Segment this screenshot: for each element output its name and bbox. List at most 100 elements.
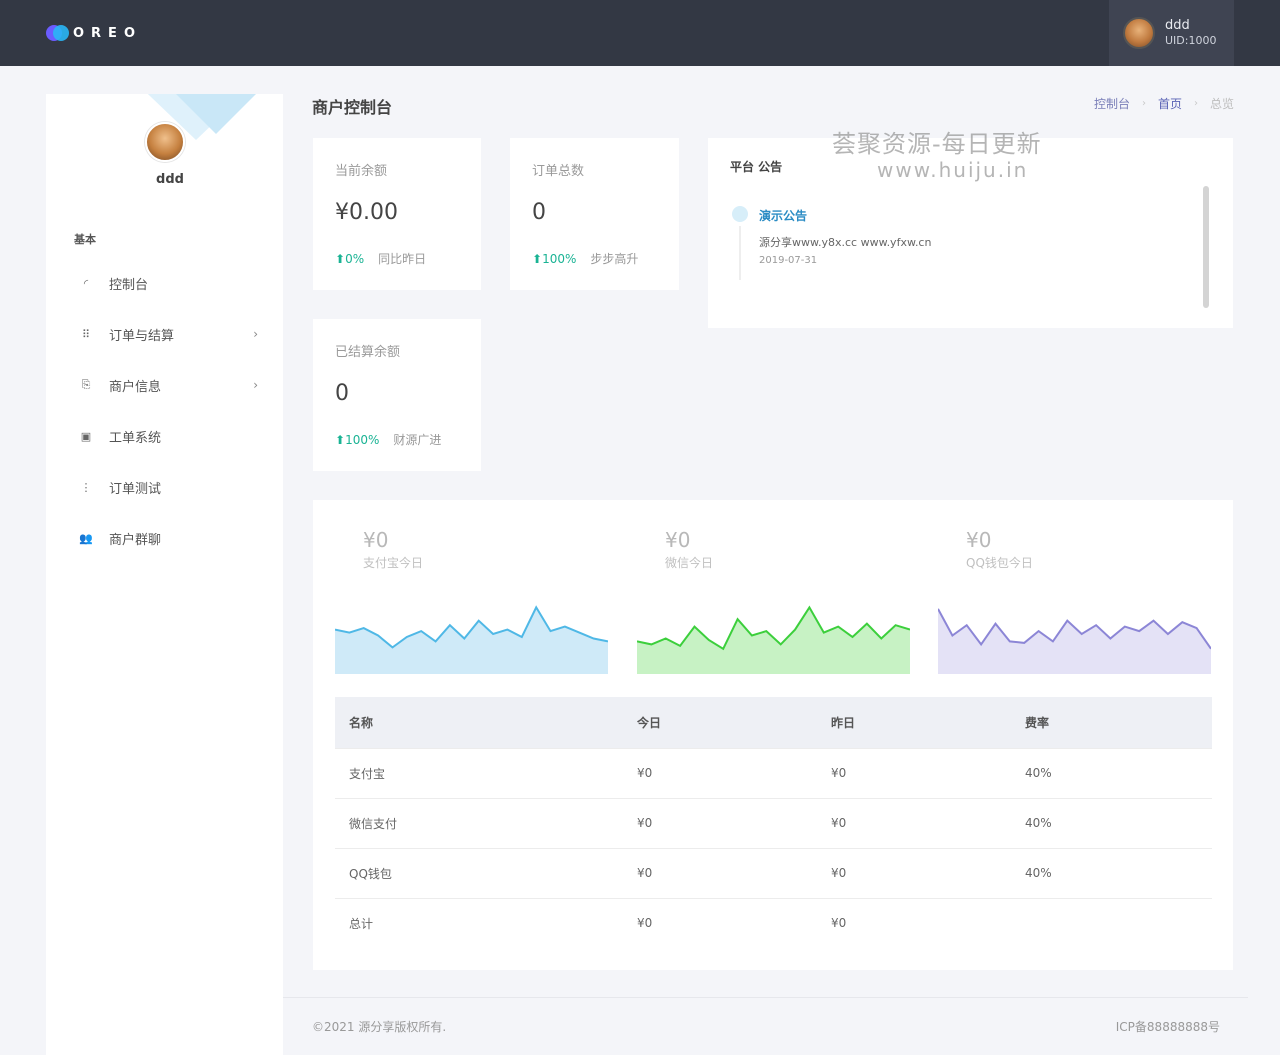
stat-note: 财源广进	[393, 433, 442, 447]
test-icon: ⋮	[80, 480, 92, 494]
cell-yesterday: ¥0	[817, 847, 1011, 898]
stat-note: 步步高升	[590, 252, 639, 266]
sidebar-item-label: 商户信息	[109, 379, 162, 395]
breadcrumb: 控制台 › 首页 › 总览	[1094, 95, 1234, 112]
cell-name: 支付宝	[335, 747, 623, 798]
sidebar-avatar[interactable]	[145, 122, 185, 162]
stat-percent: 100%	[542, 251, 577, 266]
topbar-username: ddd	[1165, 18, 1190, 33]
table-row: 总计 ¥0 ¥0	[335, 897, 1212, 948]
qq-wallet-today-label: QQ钱包今日	[966, 556, 1033, 570]
watermark-url: www.huiju.in	[877, 158, 1029, 182]
topbar-uid: UID:1000	[1165, 34, 1217, 47]
arrow-up-icon: ⬆	[335, 432, 346, 447]
timeline-dot-icon	[732, 206, 748, 222]
sidebar-item-order-test[interactable]: ⋮ 订单测试	[78, 472, 258, 502]
breadcrumb-separator-icon: ›	[1193, 98, 1198, 109]
chevron-right-icon: ›	[253, 378, 258, 392]
cell-name: QQ钱包	[335, 847, 623, 898]
grid-icon: ⠿	[81, 327, 91, 341]
breadcrumb-home[interactable]: 首页	[1158, 95, 1182, 112]
alipay-today-label: 支付宝今日	[363, 556, 424, 570]
cell-yesterday: ¥0	[817, 747, 1011, 798]
top-navbar: OREO ddd UID:1000	[0, 0, 1280, 66]
alipay-today-amount: ¥0	[363, 528, 389, 552]
cell-rate: 40%	[1011, 797, 1212, 848]
cell-rate: 40%	[1011, 847, 1212, 898]
timeline-line	[739, 226, 741, 280]
cell-name: 微信支付	[335, 797, 623, 848]
cell-name: 总计	[335, 897, 623, 948]
user-menu[interactable]: ddd UID:1000	[1109, 0, 1234, 66]
stat-value: 0	[532, 200, 546, 225]
payment-rates-table: 名称 今日 昨日 费率 支付宝 ¥0 ¥0 40% 微信支付 ¥0 ¥0 40%…	[335, 697, 1212, 948]
sidebar-item-label: 商户群聊	[109, 532, 162, 548]
announcement-item-title[interactable]: 演示公告	[759, 207, 807, 224]
balance-card: 当前余额 ¥0.00 ⬆ 0% 同比昨日	[313, 138, 481, 290]
gauge-icon: ◜	[83, 276, 89, 290]
sidebar-item-merchant-info[interactable]: ⎘ 商户信息 ›	[78, 370, 258, 400]
footer-copyright: ©2021 源分享版权所有.	[312, 1020, 447, 1034]
arrow-up-icon: ⬆	[335, 251, 346, 266]
stat-label: 当前余额	[335, 164, 388, 179]
sidebar-username: ddd	[156, 172, 184, 187]
page-title: 商户控制台	[312, 98, 393, 117]
announcement-scrollbar[interactable]	[1203, 186, 1209, 308]
stat-label: 订单总数	[532, 164, 585, 179]
alipay-sparkline	[335, 605, 608, 674]
sidebar-item-tickets[interactable]: ▣ 工单系统	[78, 421, 258, 451]
announcement-item-body: 源分享www.y8x.cc www.yfxw.cn	[759, 236, 932, 249]
column-header-today: 今日	[623, 697, 817, 748]
column-header-yesterday: 昨日	[817, 697, 1011, 748]
stat-label: 已结算余额	[335, 345, 401, 360]
cell-rate	[1011, 897, 1212, 948]
wechat-today-label: 微信今日	[665, 556, 714, 570]
sidebar-item-group-chat[interactable]: 👥 商户群聊	[78, 523, 258, 553]
table-row: QQ钱包 ¥0 ¥0 40%	[335, 847, 1212, 898]
copy-icon: ⎘	[81, 378, 91, 391]
sidebar-item-label: 订单测试	[109, 481, 162, 497]
logo-mark-icon	[46, 24, 70, 42]
cell-today: ¥0	[623, 847, 817, 898]
qq-wallet-today-amount: ¥0	[966, 528, 992, 552]
cell-yesterday: ¥0	[817, 897, 1011, 948]
sidebar-item-label: 工单系统	[109, 430, 162, 446]
sidebar-item-orders[interactable]: ⠿ 订单与结算 ›	[78, 319, 258, 349]
table-header-row: 名称 今日 昨日 费率	[335, 697, 1212, 748]
ticket-icon: ▣	[80, 429, 92, 443]
watermark-title: 荟聚资源-每日更新	[832, 130, 1042, 158]
sidebar-item-label: 订单与结算	[109, 328, 175, 344]
table-row: 微信支付 ¥0 ¥0 40%	[335, 797, 1212, 848]
stat-percent: 100%	[345, 432, 380, 447]
logo-text: OREO	[73, 25, 142, 41]
stat-note: 同比昨日	[378, 252, 427, 266]
arrow-up-icon: ⬆	[532, 251, 543, 266]
column-header-name: 名称	[335, 697, 623, 748]
qq-wallet-sparkline	[938, 608, 1211, 674]
stat-value: 0	[335, 381, 349, 406]
sidebar-section-title: 基本	[74, 233, 96, 246]
sparkline-area	[637, 607, 910, 674]
settled-balance-card: 已结算余额 0 ⬆ 100% 财源广进	[313, 319, 481, 471]
sidebar-item-label: 控制台	[109, 277, 149, 293]
column-header-rate: 费率	[1011, 697, 1212, 748]
footer-divider	[283, 997, 1248, 998]
sidebar-item-dashboard[interactable]: ◜ 控制台	[78, 268, 258, 298]
announcement-item-date: 2019-07-31	[759, 255, 818, 266]
breadcrumb-separator-icon: ›	[1141, 98, 1146, 109]
wechat-today-amount: ¥0	[665, 528, 691, 552]
announcement-title: 平台 公告	[730, 160, 783, 174]
stat-percent: 0%	[345, 251, 365, 266]
footer-icp[interactable]: ICP备88888888号	[1116, 1018, 1220, 1035]
chevron-right-icon: ›	[253, 327, 258, 341]
group-icon: 👥	[79, 531, 93, 545]
brand-logo[interactable]: OREO	[46, 24, 142, 42]
sparkline-area	[335, 607, 608, 674]
payments-panel: ¥0 支付宝今日 ¥0 微信今日 ¥0 QQ钱包今日 名称 今日 昨日 费率 支…	[313, 500, 1233, 970]
avatar	[1123, 17, 1155, 49]
sidebar: ddd 基本 ◜ 控制台 ⠿ 订单与结算 › ⎘ 商户信息 › ▣ 工单系统 ⋮…	[46, 94, 283, 1055]
cell-today: ¥0	[623, 747, 817, 798]
stat-value: ¥0.00	[335, 200, 398, 225]
cell-today: ¥0	[623, 797, 817, 848]
breadcrumb-dashboard[interactable]: 控制台	[1094, 95, 1130, 112]
